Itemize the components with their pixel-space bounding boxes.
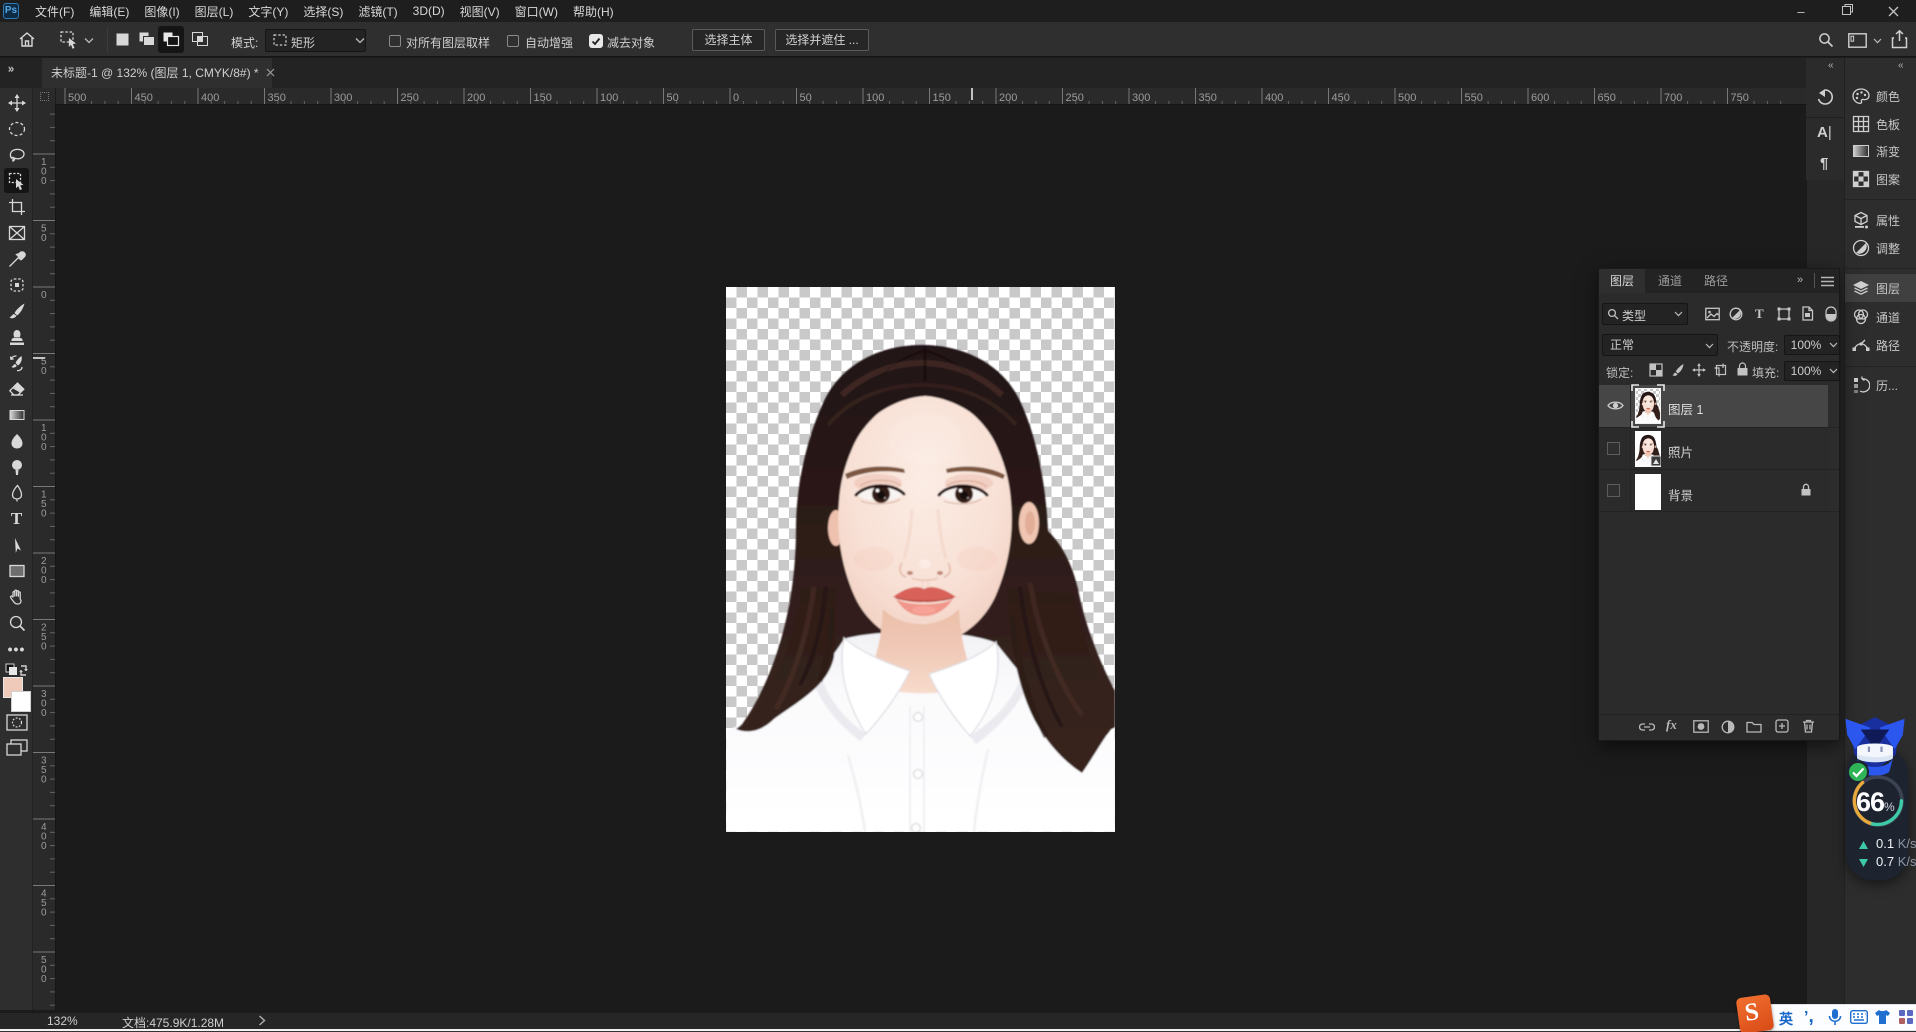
svg-text:300: 300 bbox=[334, 92, 352, 104]
svg-text:0: 0 bbox=[41, 176, 47, 187]
svg-text:0: 0 bbox=[41, 708, 47, 719]
svg-text:500: 500 bbox=[68, 92, 86, 104]
svg-text:450: 450 bbox=[135, 92, 153, 104]
svg-text:0: 0 bbox=[41, 366, 47, 377]
svg-text:100: 100 bbox=[866, 92, 884, 104]
svg-text:200: 200 bbox=[467, 92, 485, 104]
svg-text:100: 100 bbox=[600, 92, 618, 104]
svg-text:400: 400 bbox=[1265, 92, 1283, 104]
svg-text:750: 750 bbox=[1731, 92, 1749, 104]
svg-text:150: 150 bbox=[534, 92, 552, 104]
svg-text:350: 350 bbox=[268, 92, 286, 104]
svg-text:0: 0 bbox=[41, 974, 47, 985]
svg-text:0: 0 bbox=[41, 841, 47, 852]
svg-text:700: 700 bbox=[1664, 92, 1682, 104]
svg-text:200: 200 bbox=[999, 92, 1017, 104]
svg-text:50: 50 bbox=[800, 92, 812, 104]
svg-text:250: 250 bbox=[1066, 92, 1084, 104]
svg-text:550: 550 bbox=[1465, 92, 1483, 104]
svg-text:400: 400 bbox=[201, 92, 219, 104]
svg-text:0: 0 bbox=[41, 642, 47, 653]
svg-text:600: 600 bbox=[1531, 92, 1549, 104]
svg-text:0: 0 bbox=[41, 442, 47, 453]
svg-text:300: 300 bbox=[1132, 92, 1150, 104]
svg-text:0: 0 bbox=[733, 92, 739, 104]
svg-text:350: 350 bbox=[1199, 92, 1217, 104]
svg-text:50: 50 bbox=[667, 92, 679, 104]
svg-text:0: 0 bbox=[41, 775, 47, 786]
svg-text:150: 150 bbox=[933, 92, 951, 104]
svg-text:0: 0 bbox=[41, 509, 47, 520]
svg-text:0: 0 bbox=[41, 908, 47, 919]
svg-text:500: 500 bbox=[1398, 92, 1416, 104]
svg-text:650: 650 bbox=[1598, 92, 1616, 104]
svg-text:0: 0 bbox=[41, 233, 47, 244]
svg-text:0: 0 bbox=[41, 575, 47, 586]
svg-text:450: 450 bbox=[1332, 92, 1350, 104]
svg-text:250: 250 bbox=[401, 92, 419, 104]
svg-text:0: 0 bbox=[41, 290, 47, 301]
